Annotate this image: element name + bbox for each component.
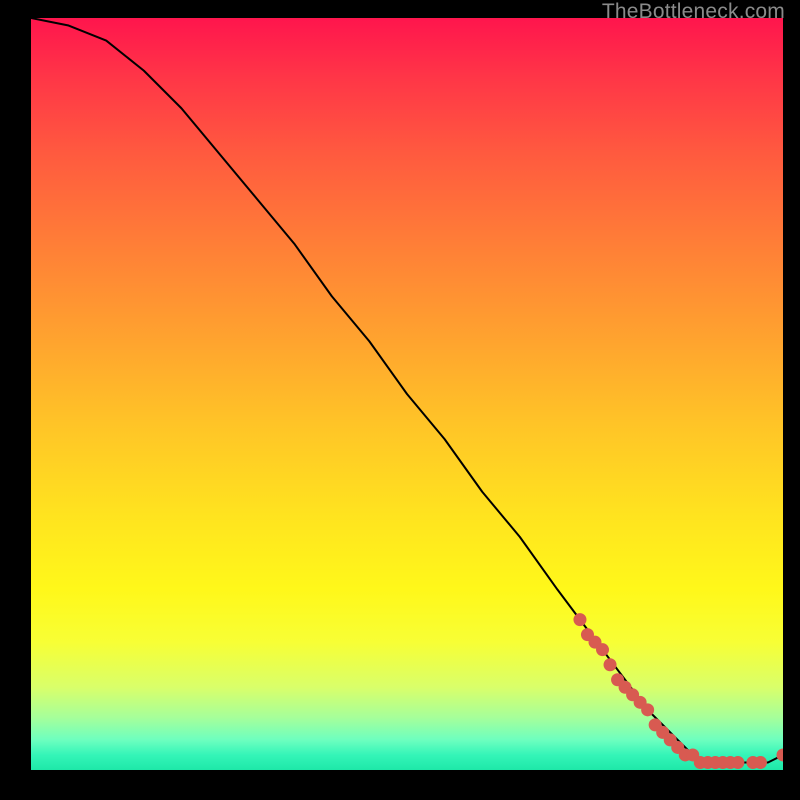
watermark-label: TheBottleneck.com	[602, 0, 785, 24]
marker-dot	[754, 756, 767, 769]
marker-dot	[596, 643, 609, 656]
curve-line	[31, 18, 783, 762]
marker-dot	[777, 748, 784, 761]
marker-dot	[604, 658, 617, 671]
chart-svg	[31, 18, 783, 770]
bottleneck-curve-path	[31, 18, 783, 762]
marker-dot	[573, 613, 586, 626]
plot-area	[31, 18, 783, 770]
marker-dot	[731, 756, 744, 769]
curve-markers	[573, 613, 783, 769]
chart-stage: TheBottleneck.com	[0, 0, 800, 800]
marker-dot	[641, 703, 654, 716]
